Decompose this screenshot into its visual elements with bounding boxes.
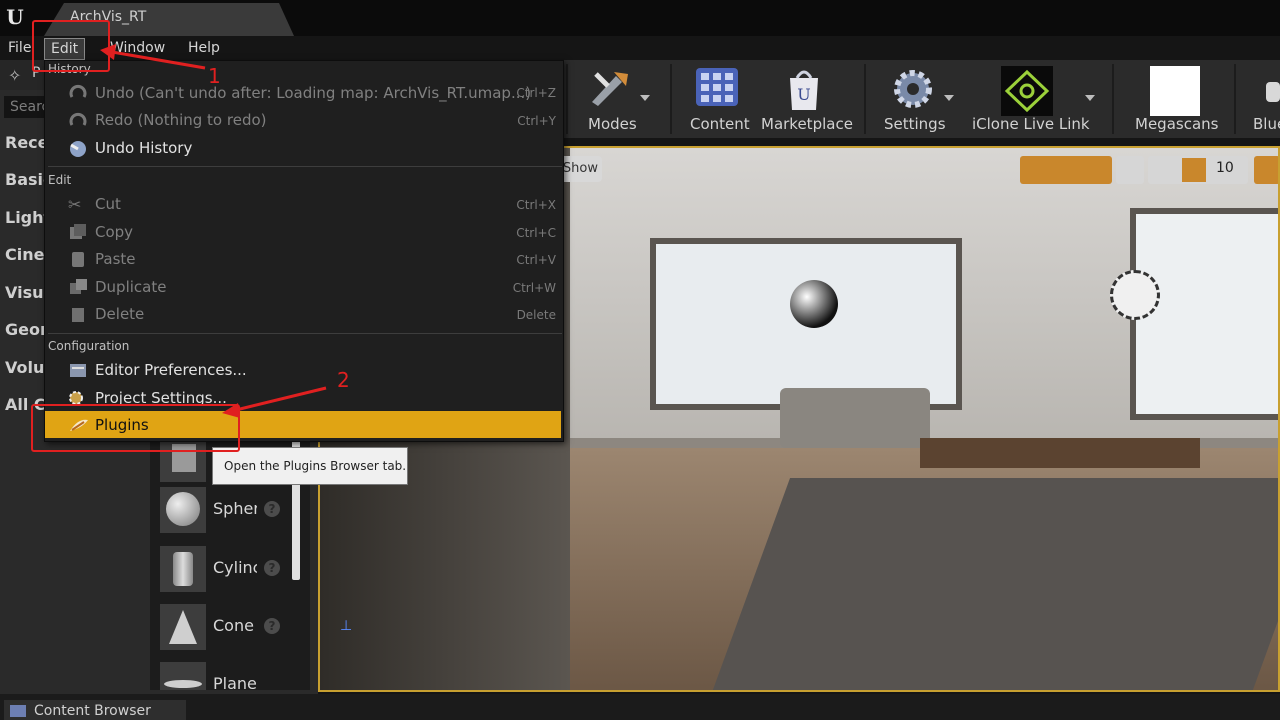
step-2-label: 2 [337, 368, 350, 392]
annotation-arrows [100, 44, 327, 418]
step-1-label: 1 [208, 64, 221, 88]
